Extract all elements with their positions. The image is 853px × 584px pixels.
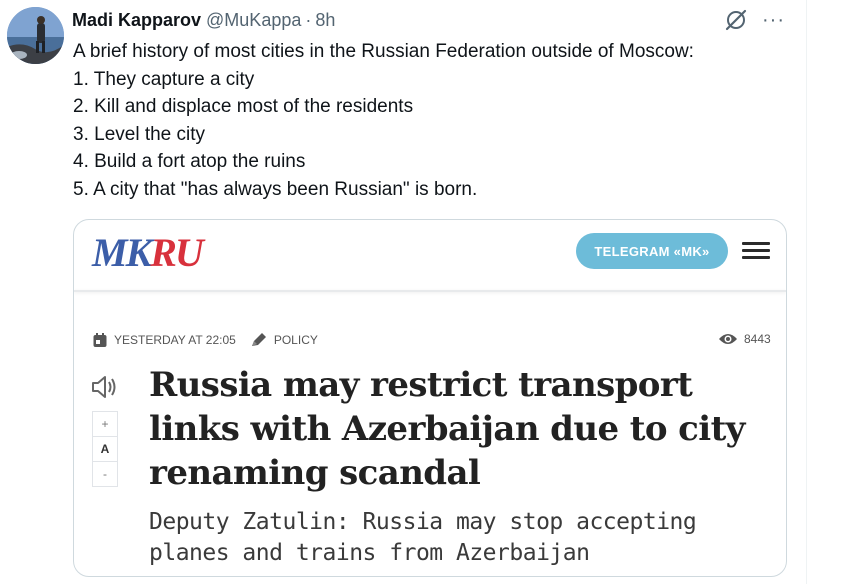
tweet-line: 3. Level the city [73,123,206,145]
tweet-line: A brief history of most cities in the Ru… [73,41,694,62]
article-category[interactable]: POLICY [274,333,318,347]
pen-icon [251,333,266,346]
separator-dot: · [305,10,312,30]
article-screenshot-card[interactable]: MKRU TELEGRAM «MK» YESTERDAY AT 22:05 PO… [73,219,787,577]
site-logo: MKRU [92,228,204,278]
logo-ru: RU [150,230,204,275]
views-number: 8443 [744,332,771,346]
hamburger-menu-icon[interactable] [742,242,770,263]
logo-mk: MK [92,230,152,275]
tweet-header: Madi Kapparov @MuKappa · 8h [72,10,335,32]
tweet-actions-top: ··· [724,8,785,32]
eye-icon [719,334,737,344]
tweet-line: 5. A city that "has always been Russian"… [73,178,478,200]
article-meta: YESTERDAY AT 22:05 POLICY [92,332,318,348]
author-name[interactable]: Madi Kapparov [72,10,201,31]
header-divider [74,290,786,292]
tweet-timestamp[interactable]: 8h [315,10,335,31]
tweet-line: 1. They capture a city [73,68,255,90]
view-count: 8443 [718,332,771,346]
calendar-icon [93,333,107,347]
avatar-image [7,7,64,64]
article-date: YESTERDAY AT 22:05 [114,333,236,347]
avatar[interactable] [7,7,64,64]
tweet-text: A brief history of most cities in the Ru… [73,38,793,203]
article-headline: Russia may restrict transport links with… [149,365,745,493]
telegram-button[interactable]: TELEGRAM «MK» [576,233,728,269]
font-reset-button[interactable]: A [92,436,118,462]
more-options-icon[interactable]: ··· [762,10,785,30]
font-size-controls: + A - [92,411,118,487]
tweet-line: 2. Kill and displace most of the residen… [73,96,414,117]
author-handle[interactable]: @MuKappa [206,10,301,31]
speaker-icon[interactable] [90,372,120,402]
article-subheadline: Deputy Zatulin: Russia may stop acceptin… [149,509,697,566]
font-increase-button[interactable]: + [92,411,118,437]
tweet-line: 4. Build a fort atop the ruins [73,151,306,172]
timeline-divider [806,0,807,584]
grok-icon[interactable] [724,8,748,32]
font-decrease-button[interactable]: - [92,461,118,487]
